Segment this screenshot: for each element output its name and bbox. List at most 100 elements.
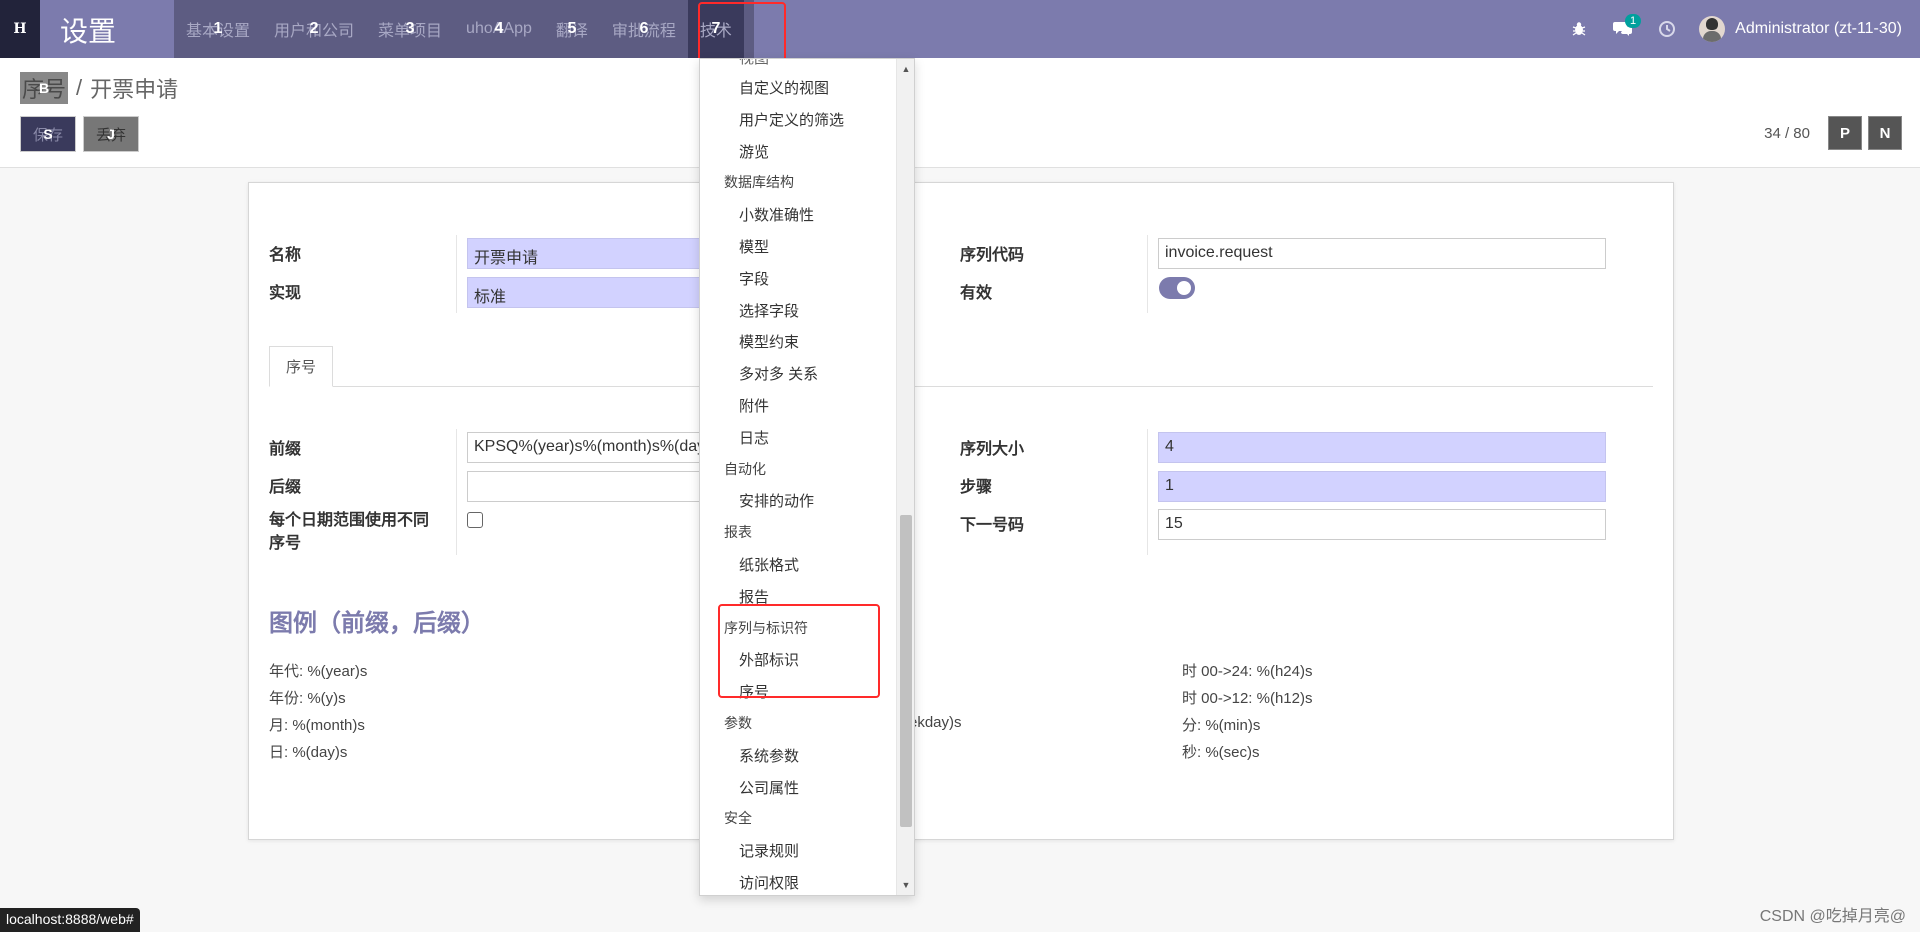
legend-item: 日: %(day)s — [269, 744, 348, 761]
menu-app[interactable]: uhoAApp 4 — [454, 0, 544, 58]
legend-item: 年代: %(year)s — [269, 663, 368, 680]
dropdown-menu-item[interactable]: 记录规则 — [700, 840, 896, 861]
legend-item: 年份: %(y)s — [269, 690, 346, 707]
breadcrumb: 序号 B / 开票申请 — [20, 72, 178, 104]
dropdown-section-header: 自动化 — [724, 460, 766, 477]
menu-hint: 5 — [567, 20, 577, 37]
menu-users-companies[interactable]: 用户和公司 2 — [262, 0, 366, 58]
legend-item: 秒: %(sec)s — [1182, 744, 1260, 761]
main-menu: 基本设置 1 用户和公司 2 菜单项目 3 uhoAApp 4 翻译 5 审批流程 6 技术… — [174, 0, 754, 58]
menu-hint: 6 — [639, 20, 649, 37]
discard-button[interactable]: 丢弃 J — [83, 116, 139, 152]
user-menu[interactable]: Administrator (zt-11-30) — [1689, 16, 1920, 42]
dropdown-menu-item[interactable]: 外部标识 — [700, 649, 896, 670]
legend-item: 时 00->24: %(h24)s — [1182, 663, 1313, 680]
dropdown-menu-item[interactable]: 纸张格式 — [700, 554, 896, 575]
name-label: 名称 — [269, 247, 302, 264]
implementation-select[interactable]: 标准 — [467, 277, 707, 308]
active-toggle[interactable] — [1159, 277, 1195, 299]
status-bar-url: localhost:8888/web# — [0, 908, 140, 932]
chat-messages-icon[interactable]: 1 — [1601, 0, 1645, 58]
scroll-up-arrow-icon[interactable]: ▲ — [897, 61, 914, 77]
suffix-input[interactable] — [467, 471, 707, 502]
dropdown-menu-item[interactable]: 选择字段 — [700, 300, 896, 321]
legend-item: ekday)s — [909, 714, 962, 731]
implementation-label: 实现 — [269, 285, 302, 302]
user-avatar — [1699, 16, 1726, 42]
dropdown-menu-item[interactable]: 系统参数 — [700, 745, 896, 766]
dropdown-menu-item[interactable]: 附件 — [700, 395, 896, 416]
menu-technical[interactable]: 技术 7 — [687, 0, 744, 58]
dropdown-menu-item[interactable]: 模型 — [700, 236, 896, 257]
group-separator — [1147, 235, 1148, 313]
dropdown-menu-item[interactable]: 安排的动作 — [700, 490, 896, 511]
dropdown-item-partial[interactable]: 视图 — [700, 59, 896, 68]
dropdown-menu-item[interactable]: 游览 — [700, 141, 896, 162]
dropdown-menu-item[interactable]: 访问权限 — [700, 872, 896, 893]
dropdown-section-header: 序列与标识符 — [724, 619, 808, 636]
top-navbar: H 设置 基本设置 1 用户和公司 2 菜单项目 3 uhoAApp 4 翻译 5 审批流… — [0, 0, 1920, 58]
save-button[interactable]: 保存 S — [20, 116, 76, 152]
date-range-checkbox[interactable] — [467, 512, 483, 528]
tabs-divider — [269, 386, 1653, 387]
sequence-size-input[interactable]: 4 — [1158, 432, 1606, 463]
control-panel: 序号 B / 开票申请 保存 S 丢弃 J 34 / 80 P N — [0, 58, 1920, 168]
dropdown-section-header: 报表 — [724, 524, 752, 541]
menu-translate[interactable]: 翻译 5 — [544, 0, 600, 58]
pager-previous-button[interactable]: P — [1828, 116, 1862, 150]
breadcrumb-separator: / — [76, 75, 83, 100]
debug-bug-icon[interactable] — [1557, 0, 1601, 58]
pager-counter[interactable]: 34 / 80 — [1764, 125, 1810, 142]
dropdown-menu-item[interactable]: 日志 — [700, 427, 896, 448]
legend-item: 分: %(min)s — [1182, 717, 1261, 734]
legend-title: 图例（前缀，后缀） — [269, 610, 485, 637]
dropdown-scrollbar[interactable]: ▲ ▼ — [896, 59, 914, 895]
dropdown-menu-item[interactable]: 用户定义的筛选 — [700, 109, 896, 130]
menu-approval-flow[interactable]: 审批流程 6 — [600, 0, 688, 58]
step-input[interactable]: 1 — [1158, 471, 1606, 502]
legend-item: 月: %(month)s — [269, 717, 365, 734]
technical-dropdown-menu: 视图 自定义的视图 用户定义的筛选 游览 数据库结构 小数准确性 模型 字段 选择字段 模型约束… — [699, 58, 915, 896]
step-label: 步骤 — [960, 479, 993, 496]
watermark: CSDN @吃掉月亮@ — [1759, 908, 1906, 925]
breadcrumb-parent-link[interactable]: 序号 B — [20, 72, 69, 104]
sequence-size-label: 序列大小 — [960, 441, 1025, 458]
user-name: Administrator (zt-11-30) — [1735, 20, 1902, 37]
menu-hint: 1 — [213, 20, 223, 37]
next-number-input[interactable]: 15 — [1158, 509, 1606, 540]
chat-badge: 1 — [1625, 14, 1642, 28]
scrollbar-thumb[interactable] — [900, 515, 912, 827]
scroll-down-arrow-icon[interactable]: ▼ — [897, 877, 914, 893]
discard-hint: J — [107, 126, 115, 142]
dropdown-menu-item[interactable]: 报告 — [700, 586, 896, 607]
next-number-label: 下一号码 — [960, 517, 1025, 534]
dropdown-menu-item[interactable]: 多对多 关系 — [700, 363, 896, 384]
apps-hint: H — [13, 21, 27, 37]
suffix-label: 后缀 — [269, 479, 302, 496]
menu-hint: 2 — [309, 20, 319, 37]
dropdown-menu-item[interactable]: 模型约束 — [700, 331, 896, 352]
name-input[interactable]: 开票申请 — [467, 238, 707, 269]
dropdown-menu-item[interactable]: 自定义的视图 — [700, 77, 896, 98]
activity-clock-icon[interactable] — [1645, 0, 1689, 58]
apps-menu-button[interactable]: H — [0, 0, 40, 58]
breadcrumb-hint: B — [38, 80, 50, 96]
dropdown-section-header: 参数 — [724, 715, 752, 731]
sequence-code-label: 序列代码 — [960, 247, 1025, 264]
dropdown-menu-item[interactable]: 字段 — [700, 268, 896, 289]
tab-sequence[interactable]: 序号 — [269, 346, 333, 387]
menu-menu-items[interactable]: 菜单项目 3 — [366, 0, 454, 58]
prefix-input[interactable]: KPSQ%(year)s%(month)s%(day)s — [467, 432, 707, 463]
menu-basic-settings[interactable]: 基本设置 1 — [174, 0, 262, 58]
sequence-code-input[interactable]: invoice.request — [1158, 238, 1606, 269]
dropdown-menu-item[interactable]: 序号 — [700, 681, 896, 702]
date-range-label: 每个日期范围使用不同序号 — [269, 512, 430, 552]
menu-hint: 7 — [711, 20, 721, 37]
dropdown-menu-item[interactable]: 小数准确性 — [700, 204, 896, 225]
form-sheet: 名称 实现 开票申请 标准 序列代码 有效 invoice.request 序号… — [248, 182, 1674, 840]
pager-next-button[interactable]: N — [1868, 116, 1902, 150]
breadcrumb-current: 开票申请 — [90, 77, 179, 102]
prefix-label: 前缀 — [269, 441, 302, 458]
dropdown-menu-item[interactable]: 公司属性 — [700, 777, 896, 798]
menu-hint: 3 — [405, 20, 415, 37]
